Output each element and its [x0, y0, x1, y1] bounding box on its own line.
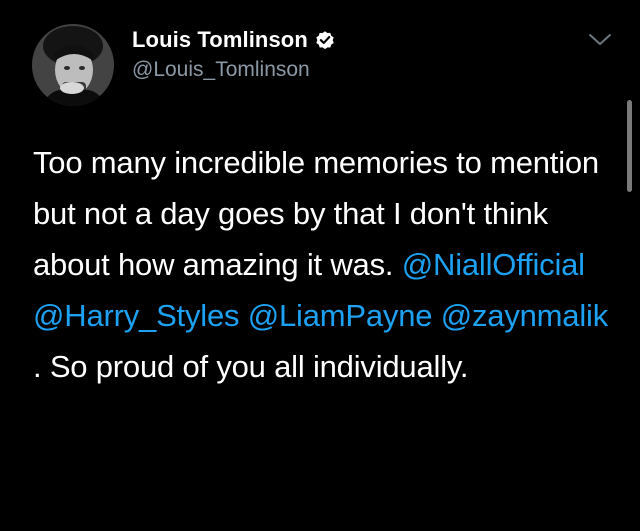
- avatar-image: [32, 24, 114, 106]
- mention-link[interactable]: @zaynmalik: [441, 298, 608, 333]
- author-display-name[interactable]: Louis Tomlinson: [132, 27, 308, 53]
- mention-link[interactable]: @NiallOfficial: [402, 247, 585, 282]
- verified-badge-icon: [316, 31, 334, 50]
- scrollbar-thumb[interactable]: [627, 100, 632, 192]
- chevron-down-icon[interactable]: [586, 30, 614, 50]
- tweet-text: Too many incredible memories to mention …: [33, 137, 613, 392]
- author-handle[interactable]: @Louis_Tomlinson: [132, 58, 310, 82]
- mention-link[interactable]: @LiamPayne: [248, 298, 433, 333]
- tweet-card: Louis Tomlinson @Louis_Tomlinson Too man…: [0, 0, 640, 531]
- tweet-text-segment: . So proud of you all individually.: [33, 349, 469, 384]
- mention-link[interactable]: @Harry_Styles: [33, 298, 240, 333]
- author-name-row: Louis Tomlinson: [132, 26, 336, 54]
- author-avatar[interactable]: [32, 24, 114, 106]
